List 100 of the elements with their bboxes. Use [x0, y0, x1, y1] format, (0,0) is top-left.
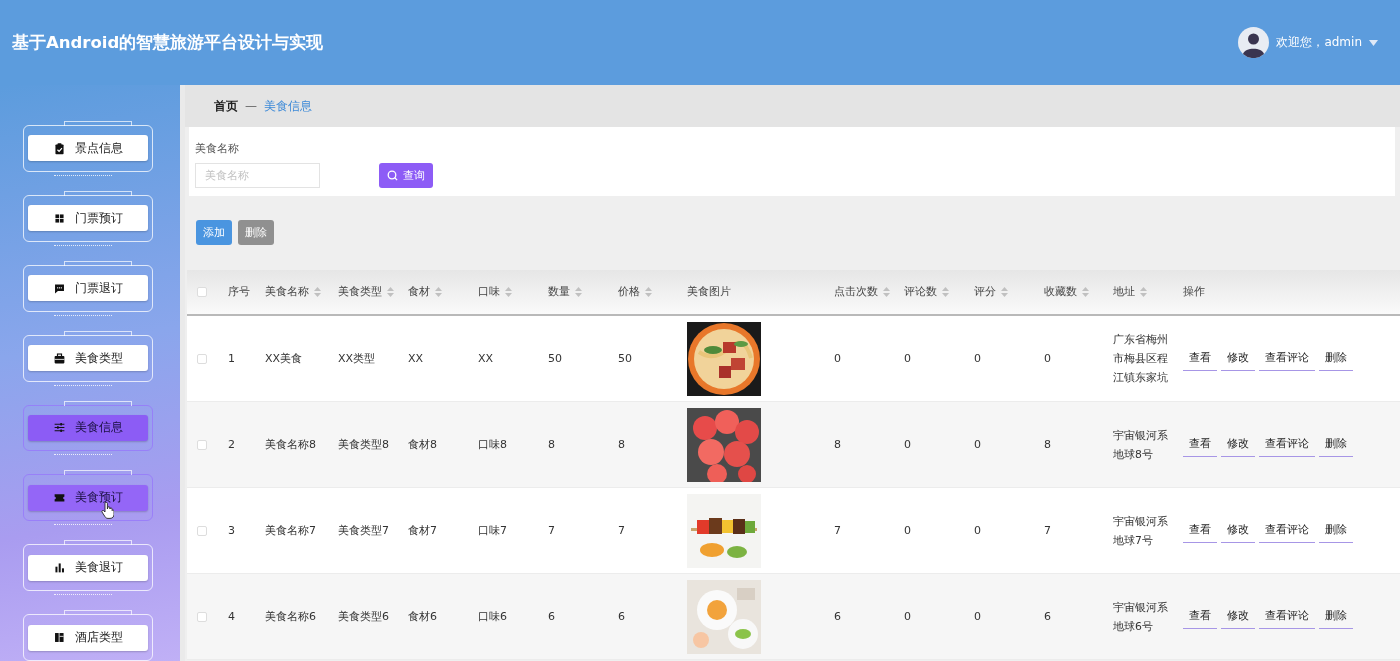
column-header[interactable]: 点击次数	[834, 285, 878, 299]
table-cell: 0	[974, 352, 981, 365]
action-link[interactable]: 查看	[1183, 604, 1217, 629]
table-cell: 7	[618, 524, 625, 537]
table-cell: 宇宙银河系地球6号	[1113, 600, 1168, 633]
avatar[interactable]	[1238, 27, 1270, 58]
table-cell: 美食名称6	[265, 609, 316, 624]
sidebar-item[interactable]: 美食信息	[28, 414, 148, 441]
table-cell: 7	[1044, 524, 1051, 537]
breadcrumb-separator: —	[245, 99, 257, 113]
table-cell: 广东省梅州市梅县区程江镇东家坑	[1113, 333, 1168, 384]
sort-icon[interactable]	[883, 287, 890, 297]
sidebar-item[interactable]: 门票退订	[28, 275, 148, 302]
action-link[interactable]: 删除	[1319, 518, 1353, 543]
briefcase-icon	[53, 351, 66, 365]
table-cell: 美食类型7	[338, 523, 389, 538]
column-header[interactable]: 口味	[478, 285, 500, 299]
table-cell: 50	[548, 352, 562, 365]
table-cell: 4	[228, 610, 235, 623]
bar-chart-icon	[53, 561, 66, 575]
sort-icon[interactable]	[942, 287, 949, 297]
breadcrumb-home[interactable]: 首页	[214, 97, 238, 115]
table-cell: 3	[228, 524, 235, 537]
search-button[interactable]: 查询	[379, 163, 433, 188]
checkbox[interactable]	[197, 287, 207, 297]
field-label: 美食名称	[195, 141, 240, 156]
checkbox[interactable]	[197, 439, 207, 450]
sidebar-item[interactable]: 美食预订	[28, 484, 148, 511]
column-header: 操作	[1183, 285, 1205, 299]
sort-icon[interactable]	[505, 287, 512, 297]
table-cell: 0	[904, 524, 911, 537]
clipboard-icon	[53, 141, 66, 155]
table-cell: 7	[548, 524, 555, 537]
action-link[interactable]: 修改	[1221, 432, 1255, 457]
action-link[interactable]: 修改	[1221, 346, 1255, 371]
column-header[interactable]: 价格	[618, 285, 640, 299]
table-cell: 0	[974, 438, 981, 451]
table-cell: 8	[1044, 438, 1051, 451]
table-cell: 美食名称8	[265, 437, 316, 452]
table-cell: 1	[228, 352, 235, 365]
hand-cursor-icon	[101, 502, 114, 520]
action-link[interactable]: 修改	[1221, 518, 1255, 543]
action-link[interactable]: 查看评论	[1259, 346, 1315, 371]
sort-icon[interactable]	[1082, 287, 1089, 297]
column-header[interactable]: 美食类型	[338, 285, 382, 299]
breadcrumb-current: 美食信息	[264, 97, 312, 115]
table-cell: 美食类型8	[338, 437, 389, 452]
sidebar-item[interactable]: 美食类型	[28, 345, 148, 372]
checkbox[interactable]	[197, 353, 207, 364]
table-cell: 8	[834, 438, 841, 451]
column-header[interactable]: 收藏数	[1044, 285, 1077, 299]
sort-icon[interactable]	[387, 287, 394, 297]
table-cell: 2	[228, 438, 235, 451]
table-cell: 6	[548, 610, 555, 623]
table-cell: 0	[834, 352, 841, 365]
table-cell: 0	[974, 524, 981, 537]
action-link[interactable]: 查看	[1183, 518, 1217, 543]
column-header[interactable]: 评分	[974, 285, 996, 299]
grid-icon	[53, 211, 66, 225]
sort-icon[interactable]	[1001, 287, 1008, 297]
table-cell: 美食类型6	[338, 609, 389, 624]
action-link[interactable]: 查看	[1183, 432, 1217, 457]
action-link[interactable]: 删除	[1319, 432, 1353, 457]
sidebar-item[interactable]: 美食退订	[28, 554, 148, 581]
caret-icon[interactable]	[1369, 39, 1378, 46]
action-link[interactable]: 修改	[1221, 604, 1255, 629]
action-link[interactable]: 查看评论	[1259, 518, 1315, 543]
table-cell: 0	[904, 610, 911, 623]
table-cell: 食材6	[408, 609, 437, 624]
table-cell: 0	[1044, 352, 1051, 365]
column-header[interactable]: 美食名称	[265, 285, 309, 299]
action-link[interactable]: 查看	[1183, 346, 1217, 371]
sidebar-item[interactable]: 景点信息	[28, 135, 148, 162]
table-cell: 美食名称7	[265, 523, 316, 538]
table-cell: XX	[408, 352, 424, 365]
action-link[interactable]: 查看评论	[1259, 432, 1315, 457]
sort-icon[interactable]	[435, 287, 442, 297]
table-cell: 8	[618, 438, 625, 451]
sort-icon[interactable]	[645, 287, 652, 297]
ticket-icon	[53, 491, 66, 505]
action-link[interactable]: 删除	[1319, 604, 1353, 629]
sidebar-item[interactable]: 酒店类型	[28, 624, 148, 651]
column-header[interactable]: 数量	[548, 285, 570, 299]
column-header[interactable]: 地址	[1113, 285, 1135, 299]
checkbox[interactable]	[197, 525, 207, 536]
sort-icon[interactable]	[575, 287, 582, 297]
action-link[interactable]: 查看评论	[1259, 604, 1315, 629]
column-header[interactable]: 食材	[408, 285, 430, 299]
column-header[interactable]: 评论数	[904, 285, 937, 299]
sliders-icon	[53, 421, 66, 435]
table-cell: XX美食	[265, 351, 303, 366]
sort-icon[interactable]	[314, 287, 321, 297]
table-cell: 6	[1044, 610, 1051, 623]
table-cell: 0	[974, 610, 981, 623]
table-cell: XX类型	[338, 351, 376, 366]
action-link[interactable]: 删除	[1319, 346, 1353, 371]
sort-icon[interactable]	[1140, 287, 1147, 297]
checkbox[interactable]	[197, 611, 207, 622]
table-cell: 食材7	[408, 523, 437, 538]
sidebar-item[interactable]: 门票预订	[28, 205, 148, 232]
